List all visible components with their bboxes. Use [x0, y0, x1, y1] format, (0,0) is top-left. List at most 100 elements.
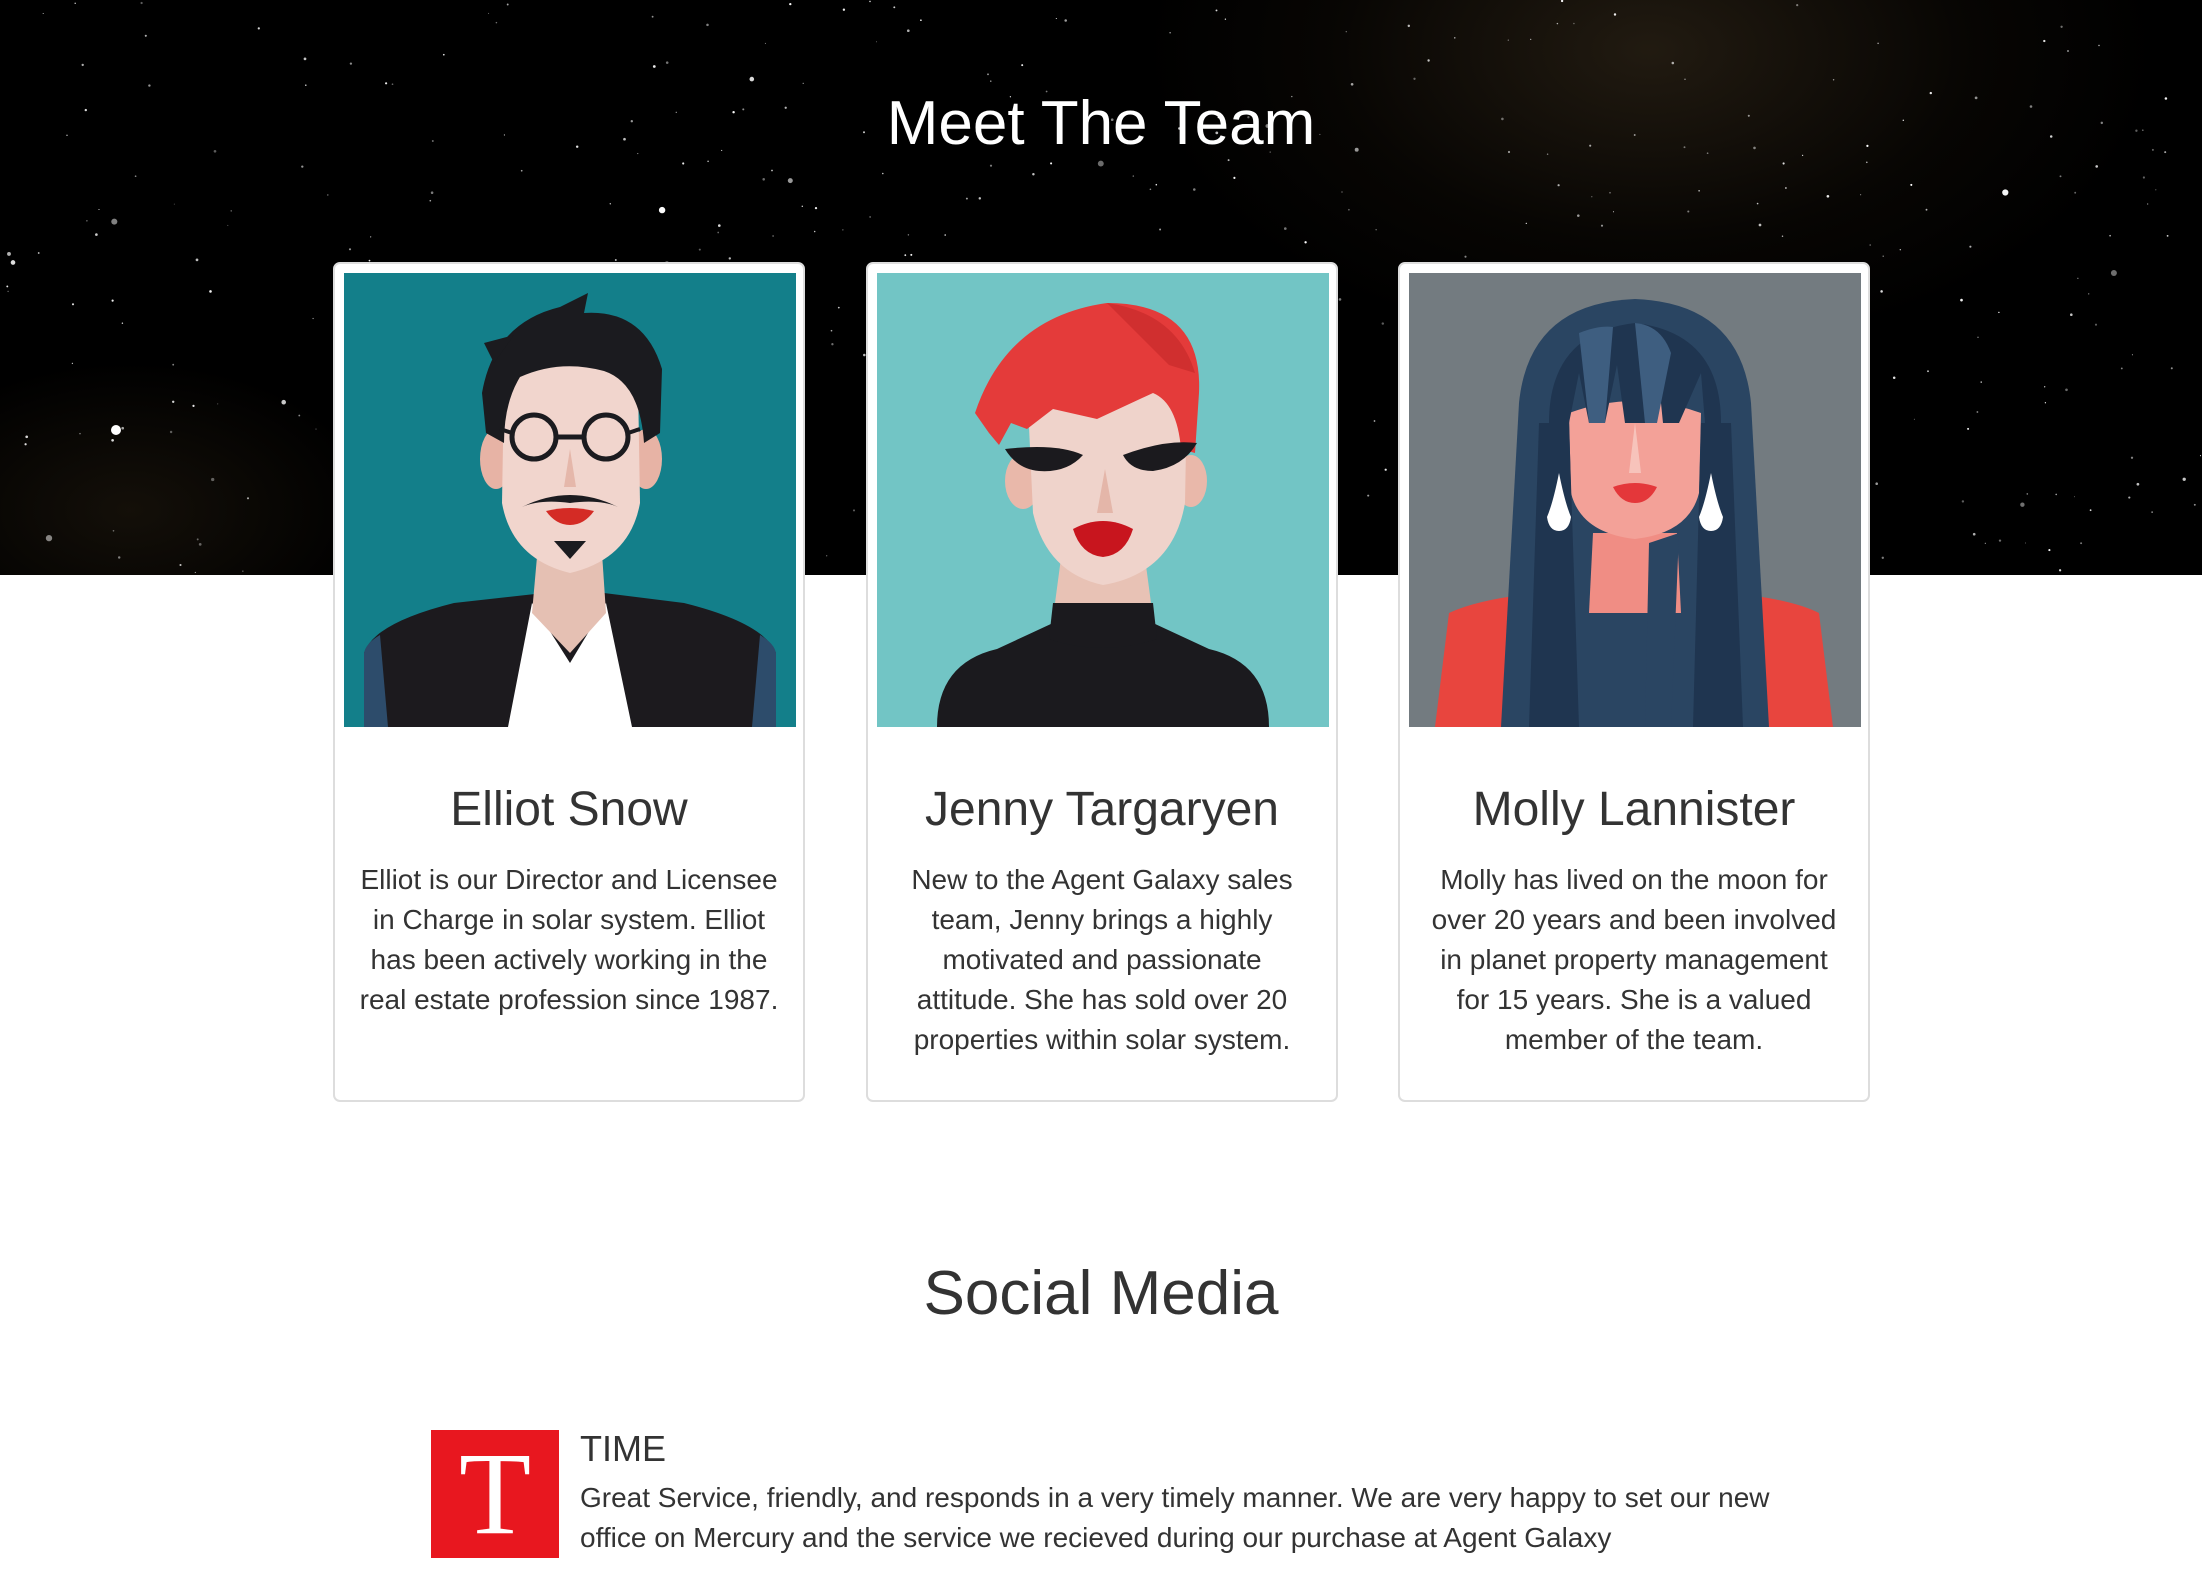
star [682, 162, 685, 165]
star [2128, 496, 2131, 499]
star [1832, 79, 1835, 81]
star [140, 1, 143, 5]
time-logo-letter: T [458, 1428, 532, 1559]
star [111, 218, 118, 225]
member-name: Jenny Targaryen [925, 783, 1279, 836]
star [1609, 191, 1611, 194]
star [242, 570, 244, 572]
star [148, 84, 151, 87]
team-member-card: Elliot Snow Elliot is our Director and L… [333, 262, 805, 1102]
man-with-glasses-avatar-icon [344, 273, 796, 727]
star [1350, 82, 1354, 86]
star [74, 2, 76, 5]
star [1880, 290, 1883, 293]
star [1507, 39, 1509, 41]
star [230, 210, 232, 212]
star [209, 290, 212, 293]
star [169, 430, 173, 434]
star [194, 571, 196, 573]
star [1960, 298, 1963, 302]
star [1097, 160, 1104, 167]
star [7, 251, 11, 256]
star [1927, 370, 1929, 373]
team-member-card: Molly Lannister Molly has lived on the m… [1398, 262, 1870, 1102]
star [1881, 556, 1884, 559]
star [45, 534, 53, 542]
star [1560, 0, 1564, 3]
star [706, 23, 709, 27]
star [2089, 509, 2092, 512]
star [1224, 18, 1227, 20]
star [1032, 173, 1035, 176]
star [1976, 411, 1979, 413]
star [965, 197, 968, 200]
star [348, 248, 352, 251]
star [1969, 245, 1972, 248]
star [196, 538, 199, 541]
testimonial-source: TIME [580, 1428, 666, 1469]
star [1149, 188, 1152, 191]
star [2059, 175, 2062, 178]
star [2110, 270, 2117, 276]
star [117, 556, 121, 559]
star [303, 57, 307, 61]
star [2130, 456, 2134, 459]
star [1925, 208, 1928, 211]
star [802, 82, 804, 84]
star [665, 61, 669, 64]
star [1910, 183, 1913, 186]
star [298, 414, 301, 417]
star [2095, 165, 2099, 168]
star [1961, 500, 1965, 503]
star [1525, 222, 1527, 225]
star [698, 248, 701, 251]
star [2199, 455, 2202, 457]
star [1345, 31, 1347, 33]
star [1050, 162, 1053, 165]
star [718, 224, 721, 227]
star [1304, 241, 1307, 244]
star [2142, 176, 2145, 179]
star [1967, 427, 1970, 430]
social-media-title: Social Media [923, 1259, 1279, 1328]
star [2002, 189, 2009, 196]
star [98, 208, 100, 211]
star [281, 399, 286, 405]
star [717, 231, 720, 234]
star [1612, 211, 1615, 213]
star [1215, 9, 1218, 12]
star [173, 203, 175, 205]
star [1998, 539, 2002, 542]
red-haired-woman-sunglasses-avatar-icon [877, 273, 1329, 727]
star [305, 84, 307, 86]
star [2067, 50, 2069, 52]
star [1781, 235, 1784, 237]
star [227, 224, 229, 226]
star [1972, 532, 1976, 536]
star [1557, 184, 1560, 187]
star [1169, 32, 1171, 34]
star [1785, 187, 1787, 189]
star [2048, 549, 2051, 552]
star [658, 206, 666, 214]
star [869, 216, 871, 218]
star [217, 403, 219, 405]
star [1464, 255, 1467, 258]
star [1782, 162, 1785, 165]
star [1055, 17, 1057, 20]
star [429, 199, 432, 202]
star [910, 253, 913, 256]
star [71, 362, 74, 365]
star [1427, 59, 1430, 62]
star [978, 197, 982, 200]
time-logo-icon: T [431, 1430, 559, 1558]
star [893, 6, 896, 9]
star [2147, 203, 2149, 205]
star [370, 236, 372, 238]
star [520, 169, 523, 172]
star [1159, 228, 1162, 231]
star [944, 234, 947, 236]
bright-star [111, 425, 121, 435]
star [2136, 482, 2140, 486]
star [327, 194, 329, 196]
